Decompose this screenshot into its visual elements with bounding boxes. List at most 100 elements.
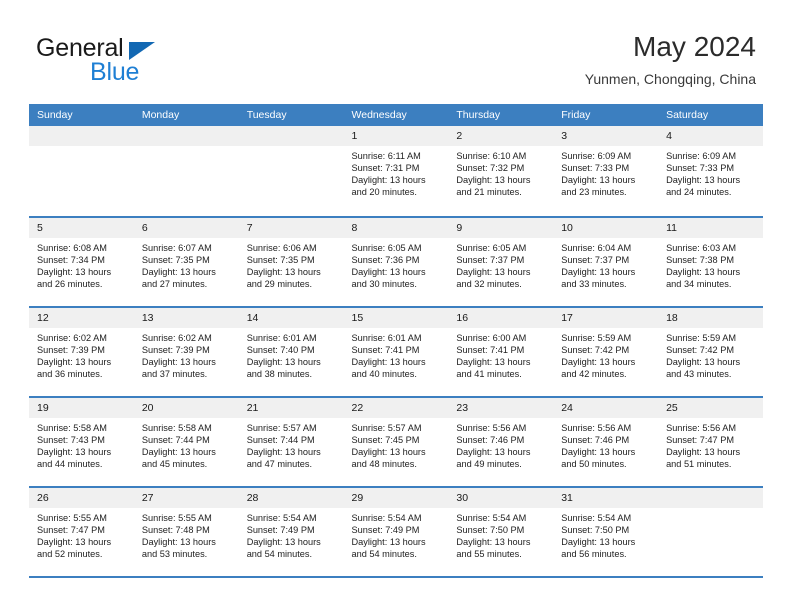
day-details: Sunrise: 5:57 AM Sunset: 7:45 PM Daylight:… bbox=[344, 418, 449, 470]
day-number: 3 bbox=[561, 130, 568, 142]
sunset-time: Sunset: 7:42 PM bbox=[561, 345, 630, 356]
day-cell[interactable]: 4 Sunrise: 6:09 AM Sunset: 7:33 PM Daylight… bbox=[658, 126, 763, 214]
day-cell[interactable]: 22 Sunrise: 5:57 AM Sunset: 7:45 PM Dayligh… bbox=[343, 398, 449, 486]
day-cell[interactable]: 21 Sunrise: 5:57 AM Sunset: 7:44 PM Dayligh… bbox=[238, 398, 344, 486]
day-cell[interactable]: 29 Sunrise: 5:54 AM Sunset: 7:49 PM Dayligh… bbox=[343, 488, 449, 576]
sunset-time: Sunset: 7:50 PM bbox=[456, 525, 525, 536]
sunset-time: Sunset: 7:40 PM bbox=[246, 345, 315, 356]
day-cell[interactable]: 16 Sunrise: 6:00 AM Sunset: 7:41 PM Dayligh… bbox=[448, 308, 554, 396]
daylight-duration-line1: Daylight: 13 hours bbox=[456, 537, 531, 548]
daylight-duration-line2: and 56 minutes. bbox=[561, 549, 627, 560]
sunrise-time: Sunrise: 5:55 AM bbox=[37, 513, 107, 523]
day-cell[interactable]: 13 Sunrise: 6:02 AM Sunset: 7:39 PM Dayligh… bbox=[133, 308, 239, 396]
day-details: Sunrise: 5:59 AM Sunset: 7:42 PM Daylight:… bbox=[553, 328, 658, 380]
day-cell[interactable]: 17 Sunrise: 5:59 AM Sunset: 7:42 PM Dayligh… bbox=[553, 308, 659, 396]
daylight-duration-line1: Daylight: 13 hours bbox=[561, 447, 636, 458]
day-cell[interactable]: 14 Sunrise: 6:01 AM Sunset: 7:40 PM Dayligh… bbox=[238, 308, 344, 396]
day-number-band: 8 bbox=[343, 218, 449, 238]
sunset-time: Sunset: 7:34 PM bbox=[37, 255, 105, 266]
day-cell[interactable]: 11 Sunrise: 6:03 AM Sunset: 7:38 PM Dayligh… bbox=[658, 218, 763, 306]
day-cell[interactable]: 30 Sunrise: 5:54 AM Sunset: 7:50 PM Dayligh… bbox=[448, 488, 554, 576]
day-cell[interactable]: 26 Sunrise: 5:55 AM Sunset: 7:47 PM Dayligh… bbox=[29, 488, 134, 576]
day-cell[interactable]: 12 Sunrise: 6:02 AM Sunset: 7:39 PM Dayligh… bbox=[29, 308, 134, 396]
daylight-duration-line2: and 20 minutes. bbox=[351, 187, 417, 198]
sunrise-time: Sunrise: 6:09 AM bbox=[666, 151, 737, 161]
day-cell[interactable]: 5 Sunrise: 6:08 AM Sunset: 7:34 PM Daylight… bbox=[29, 218, 134, 306]
day-cell[interactable]: 24 Sunrise: 5:56 AM Sunset: 7:46 PM Dayligh… bbox=[553, 398, 659, 486]
daylight-duration-line1: Daylight: 13 hours bbox=[561, 357, 636, 368]
day-cell[interactable]: 7 Sunrise: 6:06 AM Sunset: 7:35 PM Daylight… bbox=[238, 218, 344, 306]
daylight-duration-line1: Daylight: 13 hours bbox=[666, 175, 741, 186]
day-number-band: 28 bbox=[238, 488, 344, 508]
brand-logo[interactable]: General Blue bbox=[36, 36, 276, 92]
day-cell[interactable]: 10 Sunrise: 6:04 AM Sunset: 7:37 PM Dayligh… bbox=[553, 218, 659, 306]
sunrise-time: Sunrise: 5:59 AM bbox=[666, 333, 737, 343]
day-details: Sunrise: 6:02 AM Sunset: 7:39 PM Daylight:… bbox=[134, 328, 239, 380]
daylight-duration-line2: and 52 minutes. bbox=[37, 549, 103, 560]
daylight-duration-line2: and 44 minutes. bbox=[37, 459, 103, 470]
daylight-duration-line1: Daylight: 13 hours bbox=[666, 357, 741, 368]
sunrise-time: Sunrise: 5:56 AM bbox=[561, 423, 632, 433]
day-number: 5 bbox=[37, 222, 43, 234]
daylight-duration-line2: and 32 minutes. bbox=[456, 279, 522, 290]
day-number-band: 17 bbox=[553, 308, 659, 328]
daylight-duration-line2: and 54 minutes. bbox=[246, 549, 313, 560]
title-block: May 2024 Yunmen, Chongqing, China bbox=[585, 30, 756, 88]
daylight-duration-line2: and 47 minutes. bbox=[246, 459, 313, 470]
day-details: Sunrise: 6:01 AM Sunset: 7:41 PM Daylight:… bbox=[344, 328, 449, 380]
sunset-time: Sunset: 7:31 PM bbox=[351, 163, 420, 174]
day-details: Sunrise: 5:57 AM Sunset: 7:44 PM Daylight:… bbox=[239, 418, 344, 470]
daylight-duration-line1: Daylight: 13 hours bbox=[561, 267, 636, 278]
daylight-duration-line1: Daylight: 13 hours bbox=[351, 357, 426, 368]
day-cell[interactable]: 18 Sunrise: 5:59 AM Sunset: 7:42 PM Dayligh… bbox=[658, 308, 763, 396]
day-number-band: 16 bbox=[448, 308, 554, 328]
day-cell[interactable]: 3 Sunrise: 6:09 AM Sunset: 7:33 PM Daylight… bbox=[553, 126, 659, 214]
day-cell[interactable]: 31 Sunrise: 5:54 AM Sunset: 7:50 PM Dayligh… bbox=[553, 488, 659, 576]
day-of-week-header-thursday: Thursday bbox=[456, 109, 501, 121]
daylight-duration-line1: Daylight: 13 hours bbox=[351, 537, 426, 548]
sunrise-time: Sunrise: 5:59 AM bbox=[561, 333, 632, 343]
daylight-duration-line1: Daylight: 13 hours bbox=[666, 447, 741, 458]
day-number-band: 15 bbox=[343, 308, 449, 328]
calendar-grid: Sunday Monday Tuesday Wednesday Thursday Frid… bbox=[29, 104, 763, 578]
sunrise-time: Sunrise: 6:03 AM bbox=[666, 243, 737, 253]
day-of-week-header-friday: Friday bbox=[561, 109, 591, 121]
day-cell[interactable]: 20 Sunrise: 5:58 AM Sunset: 7:44 PM Dayligh… bbox=[133, 398, 239, 486]
sunrise-time: Sunrise: 5:54 AM bbox=[456, 513, 527, 523]
day-cell[interactable]: 6 Sunrise: 6:07 AM Sunset: 7:35 PM Daylight… bbox=[133, 218, 239, 306]
daylight-duration-line1: Daylight: 13 hours bbox=[456, 357, 531, 368]
day-number-band: 2 bbox=[448, 126, 554, 146]
day-details: Sunrise: 5:58 AM Sunset: 7:44 PM Daylight:… bbox=[134, 418, 239, 470]
daylight-duration-line2: and 54 minutes. bbox=[351, 549, 417, 560]
day-details: Sunrise: 5:55 AM Sunset: 7:48 PM Daylight:… bbox=[134, 508, 239, 560]
daylight-duration-line1: Daylight: 13 hours bbox=[456, 175, 531, 186]
daylight-duration-line2: and 24 minutes. bbox=[666, 187, 732, 198]
sunrise-time: Sunrise: 6:00 AM bbox=[456, 333, 527, 343]
day-number: 30 bbox=[456, 492, 469, 504]
daylight-duration-line2: and 40 minutes. bbox=[351, 369, 417, 380]
day-cell[interactable]: 15 Sunrise: 6:01 AM Sunset: 7:41 PM Dayligh… bbox=[343, 308, 449, 396]
day-details: Sunrise: 6:09 AM Sunset: 7:33 PM Daylight:… bbox=[658, 146, 763, 198]
calendar-bottom-rule bbox=[29, 576, 763, 578]
day-cell[interactable]: 23 Sunrise: 5:56 AM Sunset: 7:46 PM Dayligh… bbox=[448, 398, 554, 486]
day-number-band: 22 bbox=[343, 398, 449, 418]
day-cell[interactable]: 2 Sunrise: 6:10 AM Sunset: 7:32 PM Daylight… bbox=[448, 126, 554, 214]
day-cell[interactable]: 8 Sunrise: 6:05 AM Sunset: 7:36 PM Daylight… bbox=[343, 218, 449, 306]
day-of-week-header-tuesday: Tuesday bbox=[246, 109, 287, 121]
day-cell[interactable]: 25 Sunrise: 5:56 AM Sunset: 7:47 PM Dayligh… bbox=[658, 398, 763, 486]
calendar-week-row: 19 Sunrise: 5:58 AM Sunset: 7:43 PM Dayligh… bbox=[29, 396, 763, 486]
day-details: Sunrise: 5:54 AM Sunset: 7:50 PM Daylight:… bbox=[553, 508, 658, 560]
daylight-duration-line2: and 23 minutes. bbox=[561, 187, 627, 198]
day-cell[interactable]: 9 Sunrise: 6:05 AM Sunset: 7:37 PM Daylight… bbox=[448, 218, 554, 306]
day-cell[interactable]: 1 Sunrise: 6:11 AM Sunset: 7:31 PM Daylight… bbox=[343, 126, 449, 214]
day-cell[interactable]: 27 Sunrise: 5:55 AM Sunset: 7:48 PM Dayligh… bbox=[133, 488, 239, 576]
day-cell[interactable]: 19 Sunrise: 5:58 AM Sunset: 7:43 PM Dayligh… bbox=[29, 398, 134, 486]
day-of-week-header-sunday: Sunday bbox=[37, 109, 73, 121]
day-cell[interactable]: 28 Sunrise: 5:54 AM Sunset: 7:49 PM Dayligh… bbox=[238, 488, 344, 576]
day-number-band: 14 bbox=[238, 308, 344, 328]
day-number-band: 4 bbox=[658, 126, 763, 146]
sunset-time: Sunset: 7:45 PM bbox=[351, 435, 420, 446]
sunrise-time: Sunrise: 5:55 AM bbox=[141, 513, 212, 523]
daylight-duration-line1: Daylight: 13 hours bbox=[141, 537, 216, 548]
day-number: 4 bbox=[666, 130, 672, 142]
